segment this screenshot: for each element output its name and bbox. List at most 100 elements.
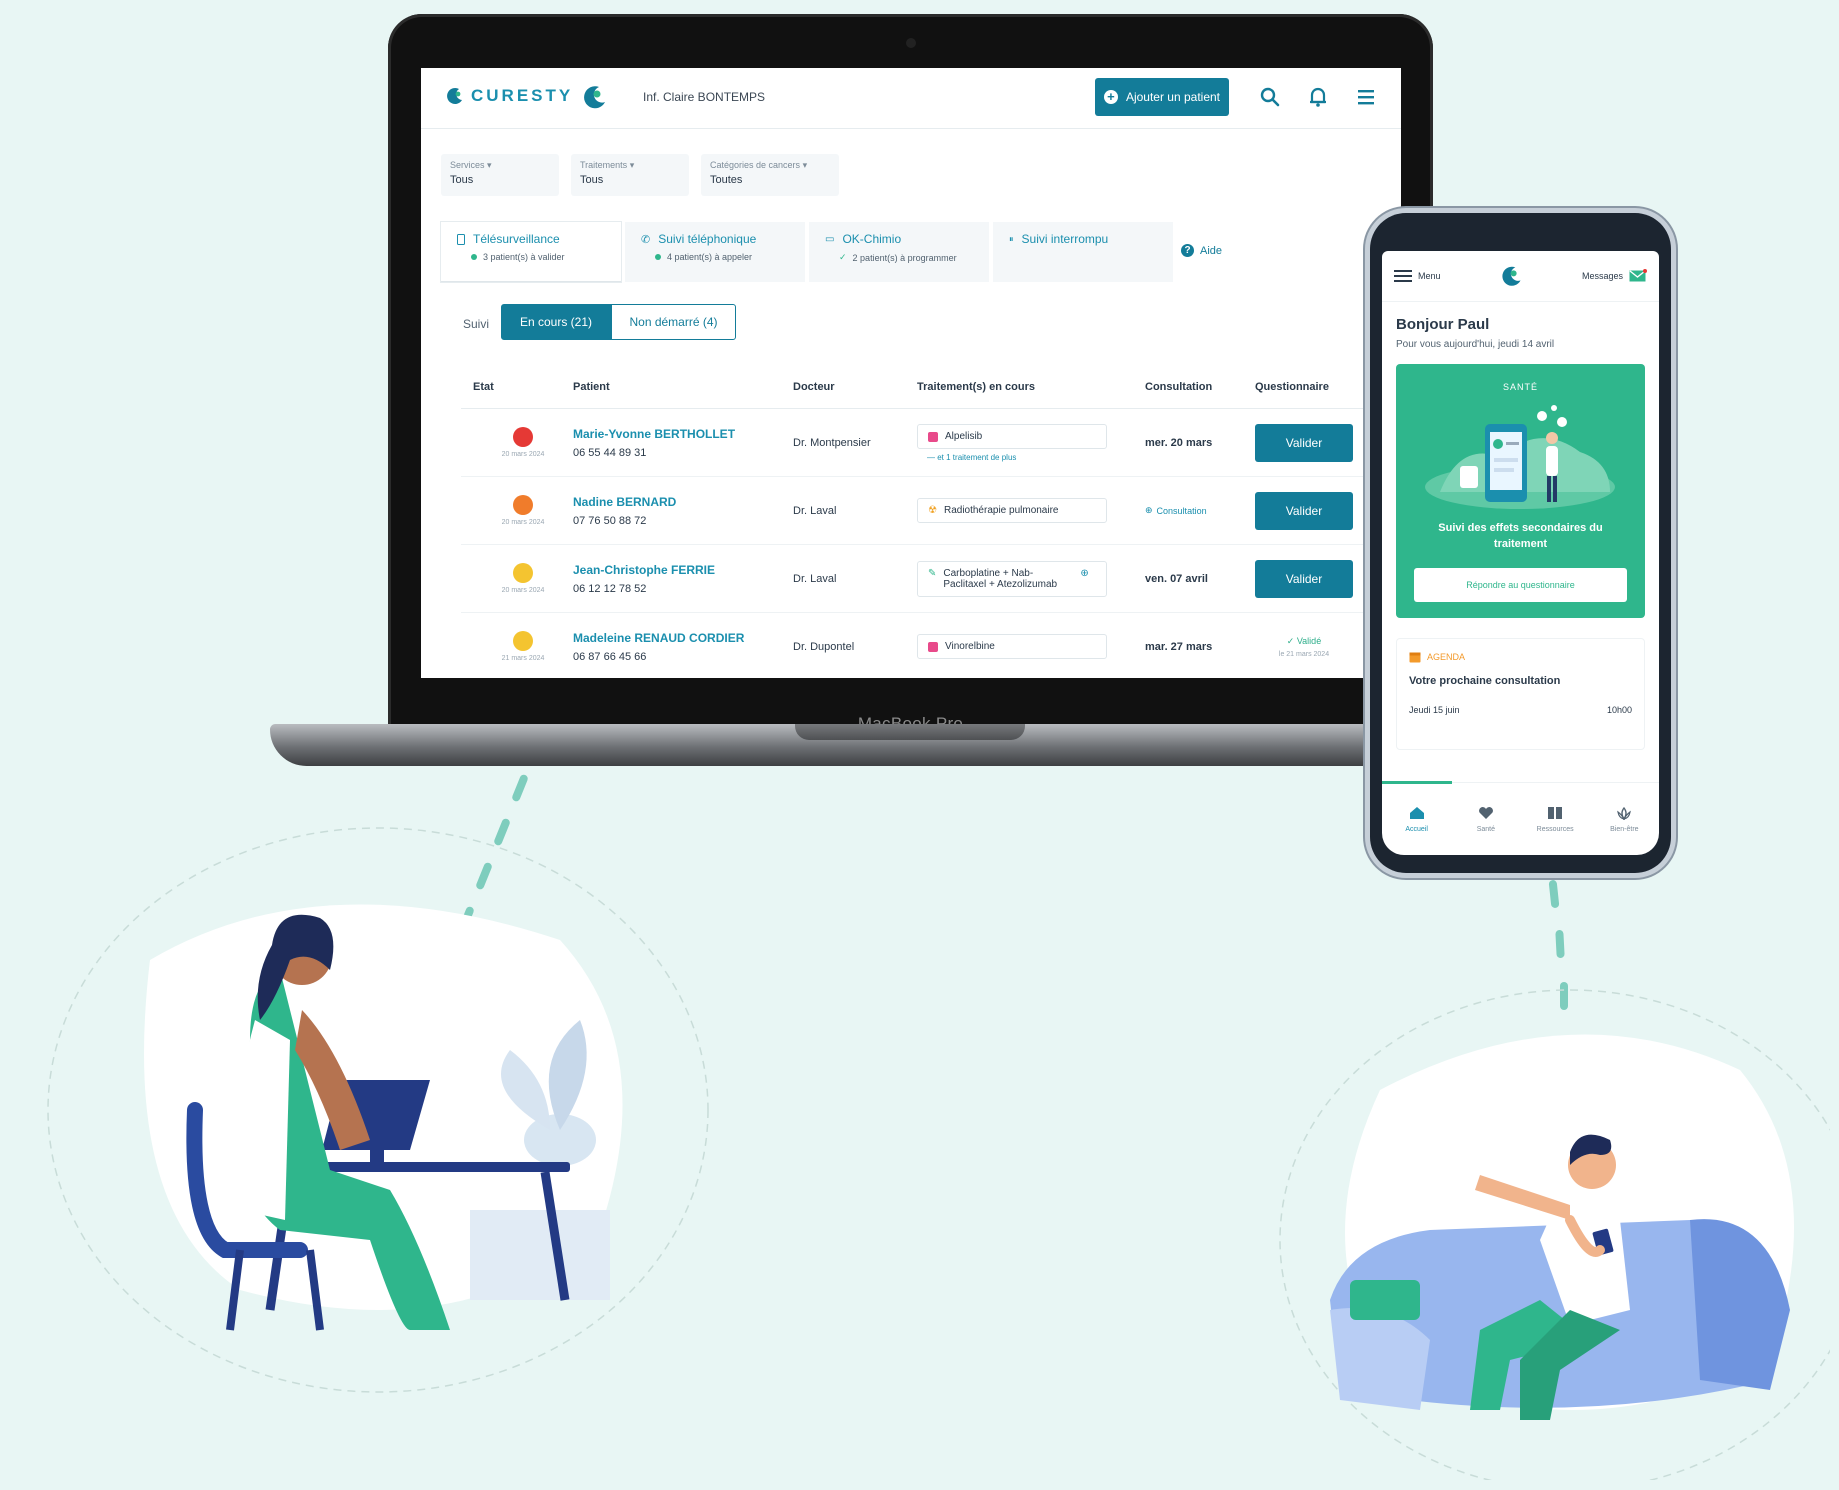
nurse-illustration	[47, 827, 709, 1393]
treatment-name: Radiothérapie pulmonaire	[943, 505, 1059, 516]
brand[interactable]: CURESTY	[445, 86, 573, 106]
mobile-app: Menu Messages Bonjour Paul Pour vous auj…	[1382, 251, 1659, 855]
tab-sub: 3 patient(s) à valider	[483, 252, 565, 262]
doctor-name: Dr. Laval	[793, 504, 837, 517]
filter-value: Toutes	[710, 174, 743, 186]
status-dot	[471, 254, 477, 260]
more-treatments-link[interactable]: — et 1 traitement de plus	[917, 453, 1145, 462]
validated-status: ✓ Validé	[1286, 635, 1322, 646]
table-row[interactable]: 21 mars 2024 Madeleine RENAUD CORDIER 06 …	[461, 613, 1381, 678]
suivi-label: Suivi	[463, 317, 490, 331]
tab-telesurveillance[interactable]: Télésurveillance 3 patient(s) à valider	[441, 222, 621, 282]
check-icon: ✓	[1286, 635, 1297, 646]
segment-en-cours[interactable]: En cours (21)	[501, 304, 611, 340]
tab-title: Suivi interrompu	[1021, 232, 1109, 246]
help-label: Aide	[1200, 244, 1223, 257]
doctor-name: Dr. Dupontel	[793, 640, 855, 653]
add-patient-button[interactable]: + Ajouter un patient	[1095, 78, 1229, 116]
filter-value: Tous	[580, 174, 604, 186]
search-icon[interactable]	[1257, 84, 1283, 110]
hamburger-menu-icon	[1394, 270, 1412, 282]
messages-label: Messages	[1581, 271, 1623, 281]
column-header: Questionnaire	[1255, 381, 1329, 393]
nav-accueil[interactable]: Accueil	[1382, 783, 1451, 855]
column-header: Patient	[573, 381, 610, 393]
validate-button[interactable]: Valider	[1255, 559, 1353, 598]
curesty-logo-icon	[1502, 266, 1521, 286]
help-link[interactable]: ? Aide	[1181, 244, 1222, 257]
patient-name-link[interactable]: Marie-Yvonne BERTHOLLET	[573, 427, 793, 441]
patient-phone: 06 12 12 78 52	[573, 582, 647, 595]
tab-sub: 4 patient(s) à appeler	[667, 252, 753, 262]
bell-icon[interactable]	[1305, 84, 1331, 110]
treatment-chip[interactable]: Alpelisib	[917, 423, 1107, 449]
desktop-app: CURESTY Inf. Claire BONTEMPS + Ajouter u…	[421, 68, 1401, 678]
tab-title: OK-Chimio	[842, 232, 902, 246]
nav-bien-etre[interactable]: Bien-être	[1590, 783, 1659, 855]
patient-name-link[interactable]: Nadine BERNARD	[573, 495, 793, 509]
consultation-date: ven. 07 avril	[1145, 572, 1208, 585]
agenda-card[interactable]: AGENDA Votre prochaine consultation Jeud…	[1396, 638, 1645, 750]
menu-button[interactable]: Menu	[1394, 269, 1441, 283]
validate-button[interactable]: Valider	[1255, 491, 1353, 530]
pause-icon: ⏸	[1009, 233, 1014, 244]
tab-title: Suivi téléphonique	[658, 232, 757, 246]
consultation-link[interactable]: ⊕ Consultation	[1145, 505, 1255, 516]
tab-suivi-telephonique[interactable]: ✆ Suivi téléphonique 4 patient(s) à appel…	[625, 222, 805, 282]
treatment-chip[interactable]: Vinorelbine	[917, 634, 1107, 659]
filter-services[interactable]: Services ▾ Tous	[441, 154, 559, 196]
add-circle-icon[interactable]: ⊕	[1080, 568, 1088, 579]
treatment-chip[interactable]: ✎ Carboplatine + Nab-Paclitaxel + Atezoli…	[917, 560, 1107, 597]
add-circle-icon: ⊕	[1145, 505, 1153, 515]
health-card[interactable]: SANTÉ Suivi des effets secondaires du tr…	[1396, 364, 1645, 618]
doctor-name: Dr. Laval	[793, 572, 837, 585]
tab-bar: Télésurveillance 3 patient(s) à valider …	[441, 222, 1173, 282]
phone-device-icon	[457, 233, 465, 245]
agenda-title: Votre prochaine consultation	[1409, 675, 1561, 687]
tab-ok-chimio[interactable]: ▭ OK-Chimio ✓ 2 patient(s) à programmer	[809, 222, 989, 282]
phone-icon: ✆	[641, 233, 651, 246]
active-indicator	[1382, 781, 1452, 784]
filter-categories[interactable]: Catégories de cancers ▾ Toutes	[701, 154, 839, 196]
agenda-tag: AGENDA	[1409, 651, 1632, 663]
patient-name-link[interactable]: Jean-Christophe FERRIE	[573, 563, 793, 577]
mobile-header: Menu Messages	[1382, 251, 1659, 302]
table-row[interactable]: 20 mars 2024 Nadine BERNARD 07 76 50 88 7…	[461, 477, 1381, 545]
messages-button[interactable]: Messages	[1582, 269, 1647, 283]
agenda-details: Jeudi 15 juin 10h00	[1409, 705, 1632, 715]
connector-dash	[1548, 879, 1560, 909]
curesty-logo-icon	[584, 86, 605, 109]
menu-label: Menu	[1418, 271, 1441, 281]
patient-phone: 06 55 44 89 31	[573, 446, 647, 459]
table-row[interactable]: 20 mars 2024 Jean-Christophe FERRIE 06 12…	[461, 545, 1381, 613]
answer-questionnaire-button[interactable]: Répondre au questionnaire	[1414, 568, 1627, 602]
nav-sante[interactable]: Santé	[1451, 783, 1520, 855]
suivi-segmented-control: En cours (21) Non démarré (4)	[501, 304, 736, 340]
treatment-name: Alpelisib	[945, 430, 983, 442]
nav-ressources[interactable]: Ressources	[1521, 783, 1590, 855]
hamburger-menu-icon[interactable]	[1353, 84, 1379, 110]
connector-dash	[1555, 929, 1565, 959]
health-illustration	[1425, 405, 1615, 509]
table-row[interactable]: 20 mars 2024 Marie-Yvonne BERTHOLLET 06 5…	[461, 409, 1381, 477]
row-date: 20 mars 2024	[501, 451, 545, 458]
row-date: 20 mars 2024	[501, 587, 545, 594]
filter-bar: Services ▾ Tous Traitements ▾ Tous Catég…	[441, 154, 839, 196]
filter-traitements[interactable]: Traitements ▾ Tous	[571, 154, 689, 196]
connector-dash	[511, 773, 529, 803]
brand-logo-icon	[447, 87, 462, 104]
consultation-date: mar. 27 mars	[1145, 640, 1213, 653]
status-dot-red	[513, 427, 533, 447]
patient-name-link[interactable]: Madeleine RENAUD CORDIER	[573, 631, 793, 645]
column-header: Traitement(s) en cours	[917, 381, 1035, 393]
treatment-chip[interactable]: ☢ Radiothérapie pulmonaire	[917, 498, 1107, 523]
patient-phone: 06 87 66 45 66	[573, 650, 647, 663]
card-text: Suivi des effets secondaires du traiteme…	[1438, 522, 1603, 550]
laptop-notch	[795, 724, 1025, 740]
card-title: SANTÉ	[1502, 382, 1538, 392]
validate-button[interactable]: Valider	[1255, 423, 1353, 462]
segment-non-demarre[interactable]: Non démarré (4)	[611, 304, 736, 340]
tab-suivi-interrompu[interactable]: ⏸ Suivi interrompu	[993, 222, 1173, 282]
column-header: Etat	[473, 381, 494, 393]
greeting-title: Bonjour Paul	[1396, 316, 1490, 333]
